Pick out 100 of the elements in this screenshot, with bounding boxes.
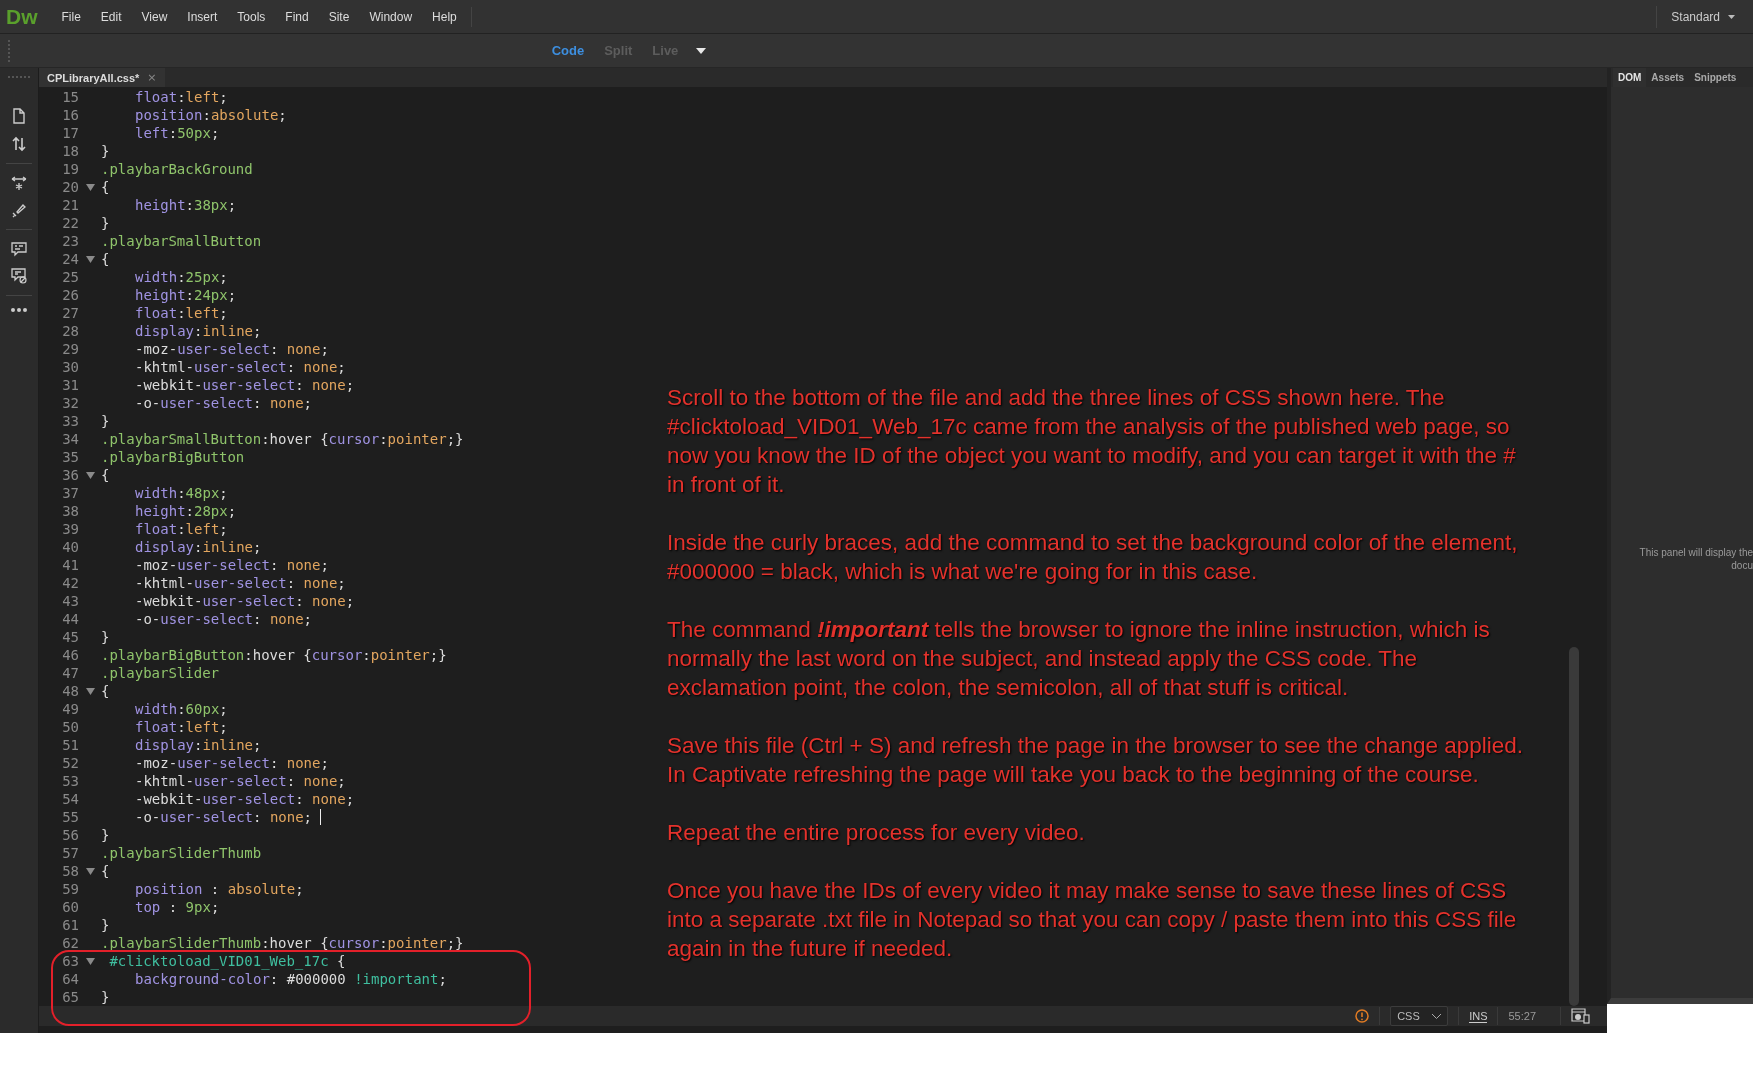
line-number: 41 xyxy=(61,556,79,574)
code-line: float:left; xyxy=(134,304,228,322)
line-number: 36 xyxy=(61,466,79,484)
code-line: } xyxy=(100,628,110,646)
menu-item[interactable]: File xyxy=(51,9,91,24)
fold-arrow-icon[interactable] xyxy=(85,255,95,263)
code-line: -moz-user-select: none; xyxy=(134,754,329,772)
code-line: -khtml-user-select: none; xyxy=(134,358,346,376)
code-line: } xyxy=(100,916,110,934)
comment-icon[interactable] xyxy=(11,241,27,257)
code-line: height:28px; xyxy=(134,502,237,520)
panel-message: docu xyxy=(1731,559,1753,572)
fold-arrow-icon[interactable] xyxy=(85,867,95,875)
workspace-dropdown[interactable]: Standard xyxy=(1656,5,1749,28)
code-line: -o-user-select: none; xyxy=(79,808,322,826)
panel-tab[interactable]: DOM xyxy=(1613,68,1647,87)
line-number: 28 xyxy=(61,322,79,340)
line-number: 52 xyxy=(61,754,79,772)
menu-item[interactable]: Tools xyxy=(227,9,276,24)
code-line: .playbarSliderThumb xyxy=(100,844,262,862)
line-number: 39 xyxy=(61,520,79,538)
line-number: 22 xyxy=(61,214,79,232)
code-line: position : absolute; xyxy=(134,880,304,898)
menu-item[interactable]: Site xyxy=(318,9,360,24)
menu-item[interactable]: Help xyxy=(422,9,467,24)
code-line: -webkit-user-select: none; xyxy=(134,790,355,808)
caret-icon[interactable] xyxy=(1728,14,1735,19)
annotation-paragraph: Scroll to the bottom of the file and add the three lines of CSS shown here. The #clicktoload_VID01_Web_17c came from the analysis of the published web page, so now you know the ID of the object you want to modify, and you can target it with the # in front of it. xyxy=(667,384,1517,499)
menu-item[interactable]: Insert xyxy=(177,9,228,24)
code-line: -khtml-user-select: none; xyxy=(134,772,346,790)
browser-preview-icon[interactable] xyxy=(1571,1008,1591,1024)
cursor-position: 55:27 xyxy=(1508,1010,1536,1022)
line-number: 54 xyxy=(61,790,79,808)
code-line: #clicktoload_VID01_Web_17c { xyxy=(79,952,346,970)
grip-handle[interactable] xyxy=(8,39,13,62)
file-icon[interactable] xyxy=(11,107,27,125)
line-number: 50 xyxy=(61,718,79,736)
more-icon[interactable] xyxy=(10,307,28,313)
document-tab[interactable]: CPLibraryAll.css* × xyxy=(39,68,165,87)
code-line: -moz-user-select: none; xyxy=(134,340,329,358)
panel-tab[interactable]: Snippets xyxy=(1689,68,1742,87)
menu-item[interactable]: View xyxy=(131,9,178,24)
chevron-icon[interactable] xyxy=(1432,1013,1442,1019)
line-number: 51 xyxy=(61,736,79,754)
code-line: } xyxy=(100,826,110,844)
line-number: 24 xyxy=(61,250,79,268)
code-line: display:inline; xyxy=(134,736,262,754)
menu-item[interactable]: Find xyxy=(275,9,319,24)
line-number: 40 xyxy=(61,538,79,556)
line-number: 49 xyxy=(61,700,79,718)
menu-item[interactable]: Edit xyxy=(90,9,132,24)
code-line: left:50px; xyxy=(134,124,220,142)
fold-arrow-icon[interactable] xyxy=(85,183,95,191)
warning-icon[interactable] xyxy=(1355,1009,1370,1023)
panel-message: This panel will display the xyxy=(1639,546,1753,559)
line-number: 48 xyxy=(61,682,79,700)
line-number: 61 xyxy=(61,916,79,934)
brush-icon[interactable] xyxy=(11,202,27,218)
language-dropdown[interactable]: CSS xyxy=(1390,1006,1449,1026)
view-tab[interactable]: Code xyxy=(543,41,593,60)
line-number: 25 xyxy=(61,268,79,286)
line-number: 35 xyxy=(61,448,79,466)
line-number: 34 xyxy=(61,430,79,448)
code-line: -moz-user-select: none; xyxy=(134,556,329,574)
line-number: 27 xyxy=(61,304,79,322)
line-number: 64 xyxy=(61,970,79,988)
close-tab-button[interactable]: × xyxy=(147,71,157,84)
code-line: width:60px; xyxy=(134,700,228,718)
annotation-paragraph: Repeat the entire process for every video. xyxy=(667,819,1086,847)
code-line: height:24px; xyxy=(134,286,237,304)
code-line: .playbarBackGround xyxy=(100,160,253,178)
line-number: 33 xyxy=(61,412,79,430)
line-number: 56 xyxy=(61,826,79,844)
fold-arrow-icon[interactable] xyxy=(85,687,95,695)
expand-icon[interactable] xyxy=(11,175,27,191)
code-line: .playbarBigButton xyxy=(100,448,245,466)
remove-comment-icon[interactable] xyxy=(11,268,27,284)
fold-arrow-icon[interactable] xyxy=(85,471,95,479)
code-line: .playbarSmallButton:hover {cursor:pointer;} xyxy=(100,430,464,448)
code-line: .playbarSmallButton xyxy=(100,232,262,250)
code-line: { xyxy=(79,682,110,700)
line-number: 29 xyxy=(61,340,79,358)
line-number: 58 xyxy=(61,862,79,880)
code-line: .playbarBigButton:hover {cursor:pointer;} xyxy=(100,646,447,664)
up-down-arrows-icon[interactable] xyxy=(11,136,27,152)
annotation-paragraph: Once you have the IDs of every video it may make sense to save these lines of CSS into a separate .txt file in Notepad so that you can copy / paste them into this CSS file again in the future if needed. xyxy=(667,877,1518,963)
fold-arrow-icon[interactable] xyxy=(85,957,95,965)
line-number: 19 xyxy=(61,160,79,178)
document-title: CPLibraryAll.css* xyxy=(47,71,140,84)
line-number: 15 xyxy=(61,88,79,106)
code-line: float:left; xyxy=(134,520,228,538)
code-line: } xyxy=(100,988,110,1006)
menu-item[interactable]: Window xyxy=(359,9,423,24)
code-line: } xyxy=(100,214,110,232)
panel-tab[interactable]: Assets xyxy=(1646,68,1690,87)
code-line: width:25px; xyxy=(134,268,228,286)
scrollbar[interactable] xyxy=(1569,647,1579,1006)
insert-mode[interactable]: INS xyxy=(1469,1009,1488,1023)
dropdown-caret-icon[interactable] xyxy=(696,47,707,54)
code-line: float:left; xyxy=(134,718,228,736)
